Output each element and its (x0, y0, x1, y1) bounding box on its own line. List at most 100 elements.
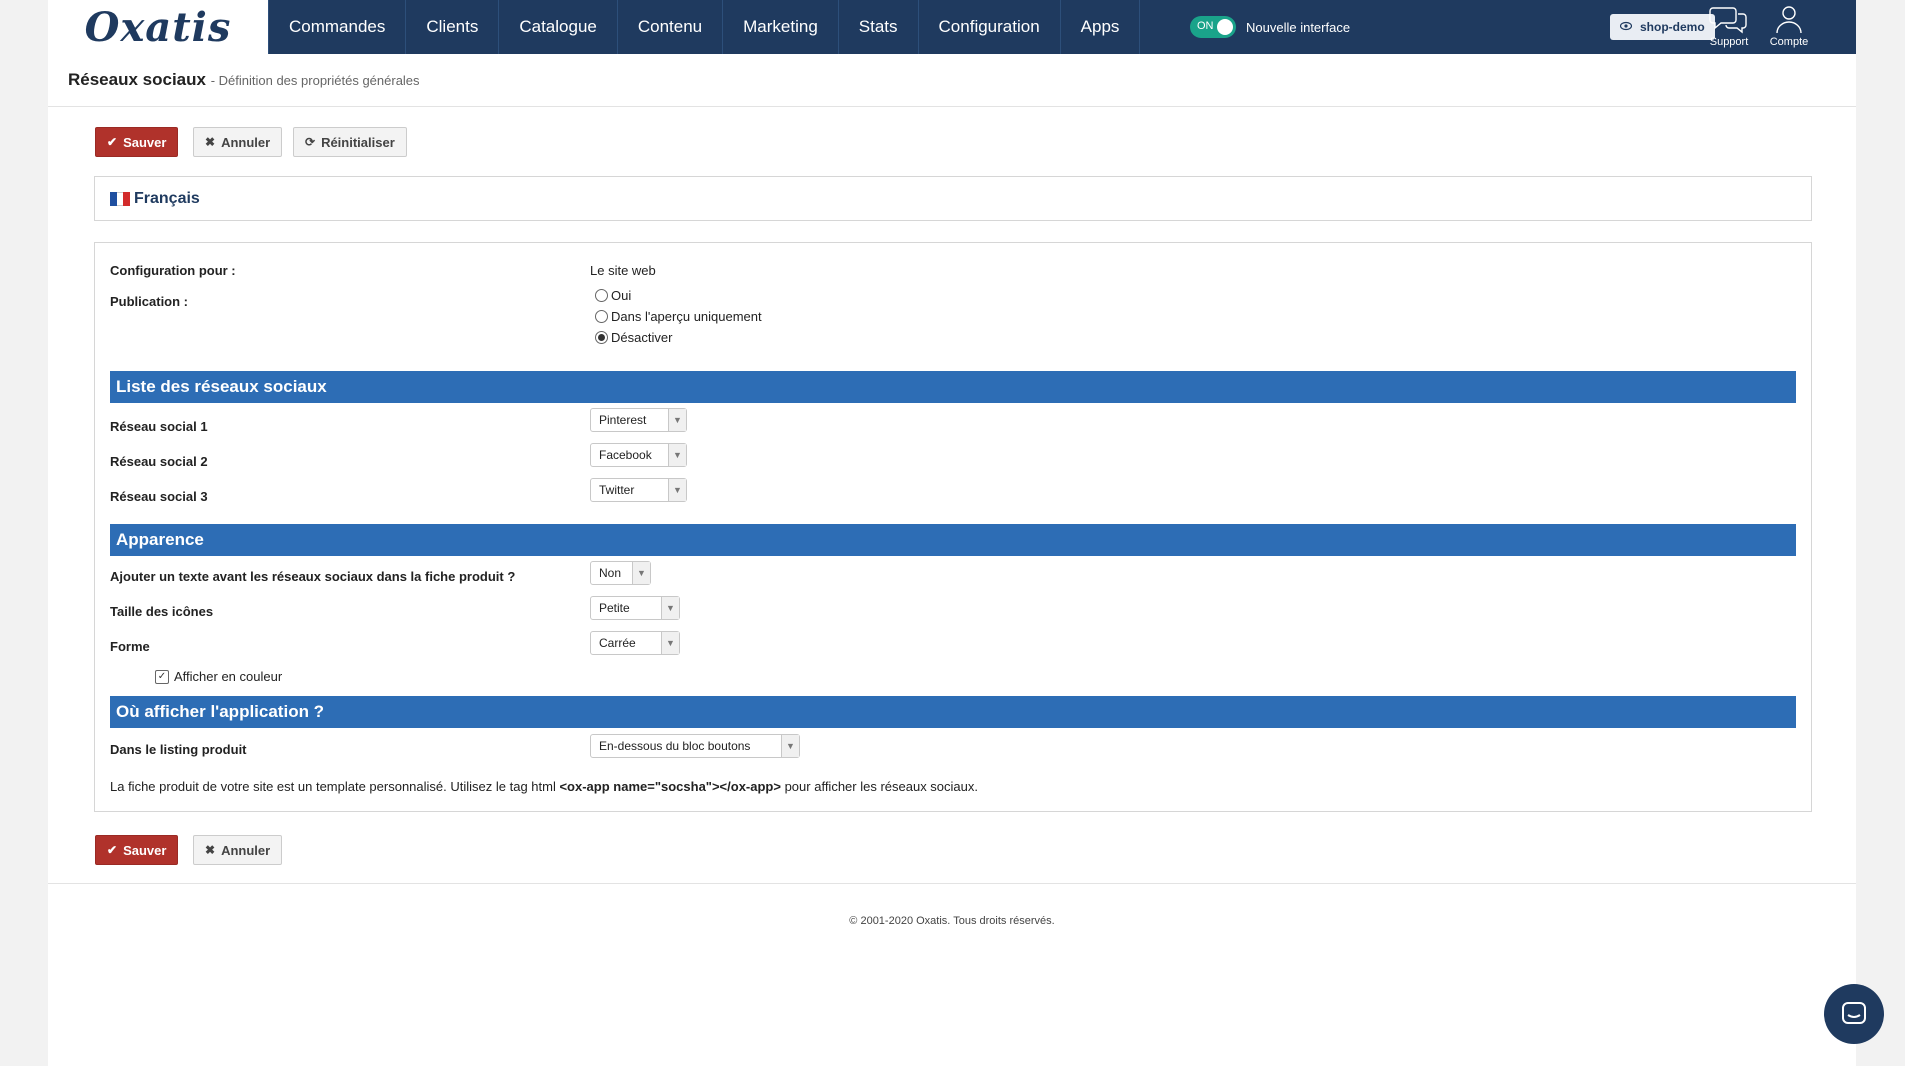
network-2-label: Réseau social 2 (110, 454, 208, 469)
save-button-top[interactable]: ✔ Sauver (95, 127, 179, 157)
network-1-label: Réseau social 1 (110, 419, 208, 434)
chevron-down-icon: ▼ (661, 632, 679, 654)
nav-item-clients[interactable]: Clients (406, 0, 500, 54)
network-3-label: Réseau social 3 (110, 489, 208, 504)
publication-radio-disable[interactable]: Désactiver (595, 330, 672, 345)
color-checkbox-label: Afficher en couleur (174, 669, 283, 684)
chat-icon (1842, 1002, 1866, 1024)
publication-label: Publication : (110, 294, 188, 309)
user-icon (1776, 6, 1802, 34)
network-2-value: Facebook (599, 448, 652, 462)
language-label[interactable]: Français (134, 190, 200, 208)
toggle-switch[interactable]: ON (1190, 16, 1236, 38)
listing-select[interactable]: En-dessous du bloc boutons ▼ (590, 734, 800, 758)
toggle-knob (1217, 19, 1233, 35)
nav-item-configuration[interactable]: Configuration (919, 0, 1061, 54)
check-icon: ✔ (107, 843, 118, 857)
save-button-bottom[interactable]: ✔ Sauver (95, 835, 179, 865)
check-icon: ✔ (107, 135, 118, 149)
listing-value: En-dessous du bloc boutons (599, 739, 751, 753)
chevron-down-icon: ▼ (632, 562, 650, 584)
nav-item-stats[interactable]: Stats (839, 0, 919, 54)
page-title-text: Réseaux sociaux (68, 70, 206, 89)
settings-form: Configuration pour : Le site web Publica… (94, 242, 1812, 812)
network-3-select[interactable]: Twitter ▼ (590, 478, 687, 502)
account-button[interactable]: Compte (1760, 2, 1818, 54)
add-text-value: Non (599, 566, 622, 580)
radio-circle[interactable] (595, 289, 608, 302)
footer-copyright: © 2001-2020 Oxatis. Tous droits réservés… (849, 915, 1055, 927)
divider (48, 883, 1856, 884)
note-tag: <ox-app name="socsha"></ox-app> (559, 779, 781, 794)
note-text-after: pour afficher les réseaux sociaux. (780, 779, 978, 794)
nav-item-catalogue[interactable]: Catalogue (499, 0, 618, 54)
logo[interactable]: Oxatis (48, 0, 268, 54)
section-header-where: Où afficher l'application ? (110, 696, 1796, 728)
cancel-label: Annuler (221, 842, 271, 858)
close-icon: ✖ (205, 135, 216, 149)
add-text-select[interactable]: Non ▼ (590, 561, 651, 585)
logo-text: Oxatis (84, 3, 232, 51)
language-panel: Français (94, 176, 1812, 221)
nav-item-commandes[interactable]: Commandes (268, 0, 407, 54)
shop-demo-label: shop-demo (1640, 20, 1705, 34)
chat-widget-button[interactable] (1824, 984, 1884, 1044)
shape-value: Carrée (599, 636, 636, 650)
chevron-down-icon: ▼ (661, 597, 679, 619)
refresh-icon: ⟳ (305, 135, 316, 149)
nav-item-contenu[interactable]: Contenu (618, 0, 724, 54)
radio-label-disable: Désactiver (611, 330, 673, 345)
chevron-down-icon: ▼ (668, 409, 686, 431)
reset-label: Réinitialiser (321, 134, 395, 150)
checkbox-checked[interactable]: ✓ (155, 669, 169, 684)
note-text-before: La fiche produit de votre site est un te… (110, 779, 560, 794)
toggle-label: Nouvelle interface (1246, 19, 1351, 35)
publication-radio-oui[interactable]: Oui (595, 288, 631, 303)
support-label: Support (1709, 36, 1749, 48)
new-interface-toggle[interactable]: ON Nouvelle interface (1190, 16, 1350, 38)
config-label: Configuration pour : (110, 263, 236, 278)
chevron-down-icon: ▼ (668, 444, 686, 466)
page: Oxatis Commandes Clients Catalogue Conte… (48, 0, 1856, 1066)
radio-label-preview: Dans l'aperçu uniquement (611, 309, 762, 324)
radio-label-oui: Oui (611, 288, 632, 303)
icon-size-value: Petite (599, 601, 630, 615)
shape-label: Forme (110, 639, 150, 654)
section-header-networks: Liste des réseaux sociaux (110, 371, 1796, 403)
page-title: Réseaux sociaux - Définition des proprié… (68, 70, 420, 90)
cancel-label: Annuler (221, 134, 271, 150)
section-header-appearance: Apparence (110, 524, 1796, 556)
radio-circle-selected[interactable] (595, 331, 608, 344)
cancel-button-bottom[interactable]: ✖ Annuler (193, 835, 283, 865)
top-navigation-bar: Oxatis Commandes Clients Catalogue Conte… (48, 0, 1856, 54)
save-label: Sauver (123, 842, 167, 858)
reset-button[interactable]: ⟳ Réinitialiser (293, 127, 407, 157)
network-3-value: Twitter (599, 483, 635, 497)
nav-item-marketing[interactable]: Marketing (723, 0, 839, 54)
listing-label: Dans le listing produit (110, 742, 247, 757)
network-1-value: Pinterest (599, 413, 647, 427)
network-2-select[interactable]: Facebook ▼ (590, 443, 687, 467)
divider (48, 106, 1856, 107)
main-nav: Commandes Clients Catalogue Contenu Mark… (268, 0, 1141, 54)
support-button[interactable]: Support (1700, 2, 1758, 54)
nav-item-apps[interactable]: Apps (1061, 0, 1141, 54)
chevron-down-icon: ▼ (781, 735, 799, 757)
icon-size-select[interactable]: Petite ▼ (590, 596, 680, 620)
shop-demo-button[interactable]: shop-demo (1610, 14, 1715, 40)
toggle-on-label: ON (1197, 20, 1214, 32)
network-1-select[interactable]: Pinterest ▼ (590, 408, 687, 432)
chevron-down-icon: ▼ (668, 479, 686, 501)
eye-icon (1619, 20, 1633, 34)
color-checkbox[interactable]: ✓ Afficher en couleur (155, 669, 282, 684)
publication-radio-preview[interactable]: Dans l'aperçu uniquement (595, 309, 762, 324)
french-flag-icon (110, 191, 131, 206)
template-note: La fiche produit de votre site est un te… (110, 779, 978, 794)
account-label: Compte (1769, 36, 1809, 48)
save-label: Sauver (123, 134, 167, 150)
radio-circle[interactable] (595, 310, 608, 323)
shape-select[interactable]: Carrée ▼ (590, 631, 680, 655)
cancel-button-top[interactable]: ✖ Annuler (193, 127, 283, 157)
icon-size-label: Taille des icônes (110, 604, 214, 619)
page-subtitle: - Définition des propriétés générales (210, 73, 420, 88)
